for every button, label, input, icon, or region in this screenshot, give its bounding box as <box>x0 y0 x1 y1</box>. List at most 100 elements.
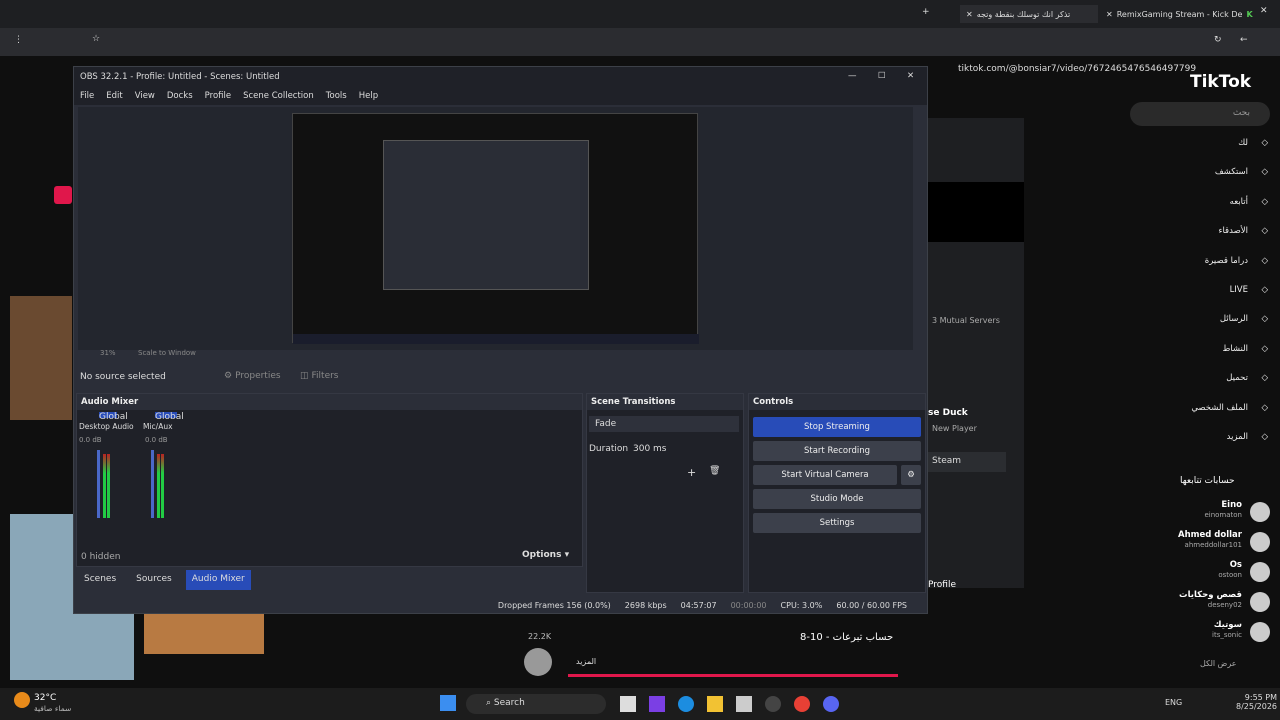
scene-transitions-dock: Scene Transitions Fade Duration 300 ms +… <box>586 393 744 593</box>
nav-icon: ◇ <box>1261 255 1268 266</box>
menu-item[interactable]: Scene Collection <box>243 91 314 101</box>
username: se Duck <box>928 408 968 418</box>
browser-tab-active[interactable]: ✕ تذكر انك توسلك بنقطة وتجه <box>960 5 1098 23</box>
tab-audio-mixer[interactable]: Audio Mixer <box>185 570 251 590</box>
channel-name[interactable]: Mic/Aux <box>143 422 173 431</box>
menu-item[interactable]: Edit <box>106 91 122 101</box>
star-icon[interactable]: ☆ <box>92 34 100 44</box>
chrome-icon[interactable] <box>794 696 810 712</box>
menu-icon[interactable]: ⋮ <box>14 35 23 45</box>
video-progress[interactable] <box>568 674 898 677</box>
windows-start-icon[interactable] <box>440 695 456 711</box>
close-icon[interactable]: ✕ <box>966 10 973 19</box>
settings-button[interactable]: Settings <box>753 513 921 533</box>
nav-item[interactable]: تحميل ◇ <box>1175 373 1270 402</box>
video-thumbnail[interactable] <box>144 608 264 654</box>
menu-item[interactable]: Profile <box>205 91 231 101</box>
trash-icon[interactable]: 🗑 <box>709 466 720 476</box>
task-view-icon[interactable] <box>620 696 636 712</box>
close-icon[interactable]: ✕ <box>907 71 914 81</box>
stream-time: 04:57:07 <box>680 600 717 610</box>
properties-button[interactable]: ⚙ Properties <box>224 368 288 384</box>
nav-item[interactable]: المزيد ◇ <box>1175 432 1270 461</box>
clock[interactable]: 9:55 PM 8/25/2026 <box>1236 693 1277 711</box>
video-thumbnail[interactable] <box>10 296 72 420</box>
nav-item[interactable]: LIVE ◇ <box>1175 285 1270 314</box>
steam-item[interactable]: Steam <box>928 452 1006 472</box>
add-icon[interactable]: + <box>687 466 696 479</box>
stop-streaming-button[interactable]: Stop Streaming <box>753 417 921 437</box>
following-item[interactable]: Os ostoon <box>1160 558 1270 588</box>
maximize-icon[interactable]: ☐ <box>878 71 886 81</box>
tab-label: تذكر انك توسلك بنقطة وتجه <box>976 9 1071 19</box>
discord-icon[interactable] <box>823 696 839 712</box>
start-virtual-camera-button[interactable]: Start Virtual Camera <box>753 465 897 485</box>
nav-item[interactable]: الرسائل ◇ <box>1175 314 1270 343</box>
preview-area[interactable] <box>78 107 913 350</box>
more-link[interactable]: المزيد <box>576 657 596 666</box>
show-all-link[interactable]: عرض الكل <box>1200 659 1237 668</box>
menu-item[interactable]: Tools <box>326 91 347 101</box>
obs-icon[interactable] <box>765 696 781 712</box>
duration-input[interactable]: 300 ms <box>633 444 667 454</box>
studio-mode-button[interactable]: Studio Mode <box>753 489 921 509</box>
account-name: Ahmed dollar <box>1178 530 1242 540</box>
folder-icon[interactable] <box>707 696 723 712</box>
browser-tab[interactable]: ✕ RemixGaming Stream - Kick De K <box>1106 5 1253 23</box>
menu-item[interactable]: Docks <box>167 91 193 101</box>
avatar[interactable] <box>524 648 552 676</box>
tiktok-logo[interactable]: TikTok <box>1190 72 1251 92</box>
menu-item[interactable]: File <box>80 91 94 101</box>
nav-icon: ◇ <box>1261 343 1268 354</box>
gear-icon[interactable]: ⚙ <box>901 465 921 485</box>
menu-item[interactable]: Help <box>359 91 378 101</box>
app-icon[interactable] <box>649 696 665 712</box>
scale-select[interactable]: Scale to Window <box>138 349 196 357</box>
filters-button[interactable]: ◫ Filters <box>300 368 344 384</box>
transition-select[interactable]: Fade <box>589 416 739 432</box>
nav-item[interactable]: الأصدقاء ◇ <box>1175 226 1270 255</box>
nav-icon: ◇ <box>1261 196 1268 207</box>
following-item[interactable]: سوتيك its_sonic <box>1160 618 1270 648</box>
mutual-servers[interactable]: 3 Mutual Servers <box>932 316 1000 325</box>
reload-icon[interactable]: ↻ <box>1214 35 1222 45</box>
preview-canvas[interactable] <box>292 113 699 344</box>
options-button[interactable]: Options ▾ <box>522 550 569 560</box>
store-icon[interactable] <box>736 696 752 712</box>
browser-tab-bar: ✕ RemixGaming Stream - Kick De K ✕ تذكر … <box>0 0 1280 28</box>
search-icon: ⌕ <box>486 698 494 708</box>
following-item[interactable]: قصص وحكايات deseny02 <box>1160 588 1270 618</box>
search-box[interactable]: ⌕ Search <box>466 694 606 714</box>
profile-button[interactable]: Profile <box>928 580 956 590</box>
menu-item[interactable]: View <box>135 91 155 101</box>
volume-fader[interactable] <box>151 450 154 518</box>
minimize-icon[interactable]: — <box>848 71 857 81</box>
account-handle: deseny02 <box>1207 601 1242 609</box>
following-item[interactable]: Eino einomaton <box>1160 498 1270 528</box>
close-icon[interactable]: ✕ <box>1106 10 1113 19</box>
banner <box>928 182 1024 242</box>
nav-item[interactable]: أتابعه ◇ <box>1175 197 1270 226</box>
nav-item[interactable]: استكشف ◇ <box>1175 167 1270 196</box>
url-field[interactable]: tiktok.com/@bonsiar7/video/7672465476546… <box>958 64 1196 74</box>
channel-name[interactable]: Desktop Audio <box>79 422 134 431</box>
tab-sources[interactable]: Sources <box>130 570 178 590</box>
dock-title: Audio Mixer <box>77 394 582 410</box>
edge-icon[interactable] <box>678 696 694 712</box>
window-close-icon[interactable]: ✕ <box>1260 6 1268 16</box>
start-recording-button[interactable]: Start Recording <box>753 441 921 461</box>
search-input[interactable]: بحث <box>1130 102 1270 126</box>
volume-fader[interactable] <box>97 450 100 518</box>
weather-temp[interactable]: 32°C <box>34 693 56 703</box>
back-icon[interactable]: ← <box>1240 35 1248 45</box>
nav-item[interactable]: دراما قصيرة ◇ <box>1175 256 1270 285</box>
language-indicator[interactable]: ENG <box>1165 698 1182 707</box>
nav-icon: ◇ <box>1261 402 1268 413</box>
nav-item[interactable]: الملف الشخصي ◇ <box>1175 403 1270 432</box>
following-item[interactable]: Ahmed dollar ahmeddollar101 <box>1160 528 1270 558</box>
nav-item[interactable]: لك ◇ <box>1175 138 1270 167</box>
tab-scenes[interactable]: Scenes <box>78 570 122 590</box>
nav-item[interactable]: النشاط ◇ <box>1175 344 1270 373</box>
new-tab-icon[interactable]: + <box>922 7 930 17</box>
gear-icon: ⚙ <box>224 371 233 381</box>
